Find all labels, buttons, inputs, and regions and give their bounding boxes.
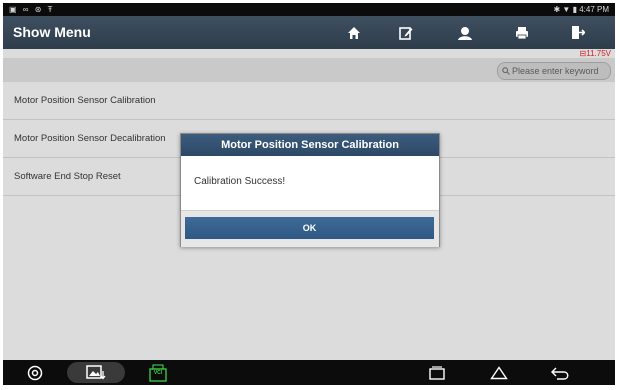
result-dialog: Motor Position Sensor Calibration Calibr… [180, 133, 440, 247]
modal-overlay: Motor Position Sensor Calibration Calibr… [0, 0, 620, 390]
dialog-footer: OK [181, 210, 439, 247]
dialog-message: Calibration Success! [194, 176, 286, 187]
ok-button[interactable]: OK [185, 217, 434, 239]
dialog-title: Motor Position Sensor Calibration [181, 134, 439, 156]
